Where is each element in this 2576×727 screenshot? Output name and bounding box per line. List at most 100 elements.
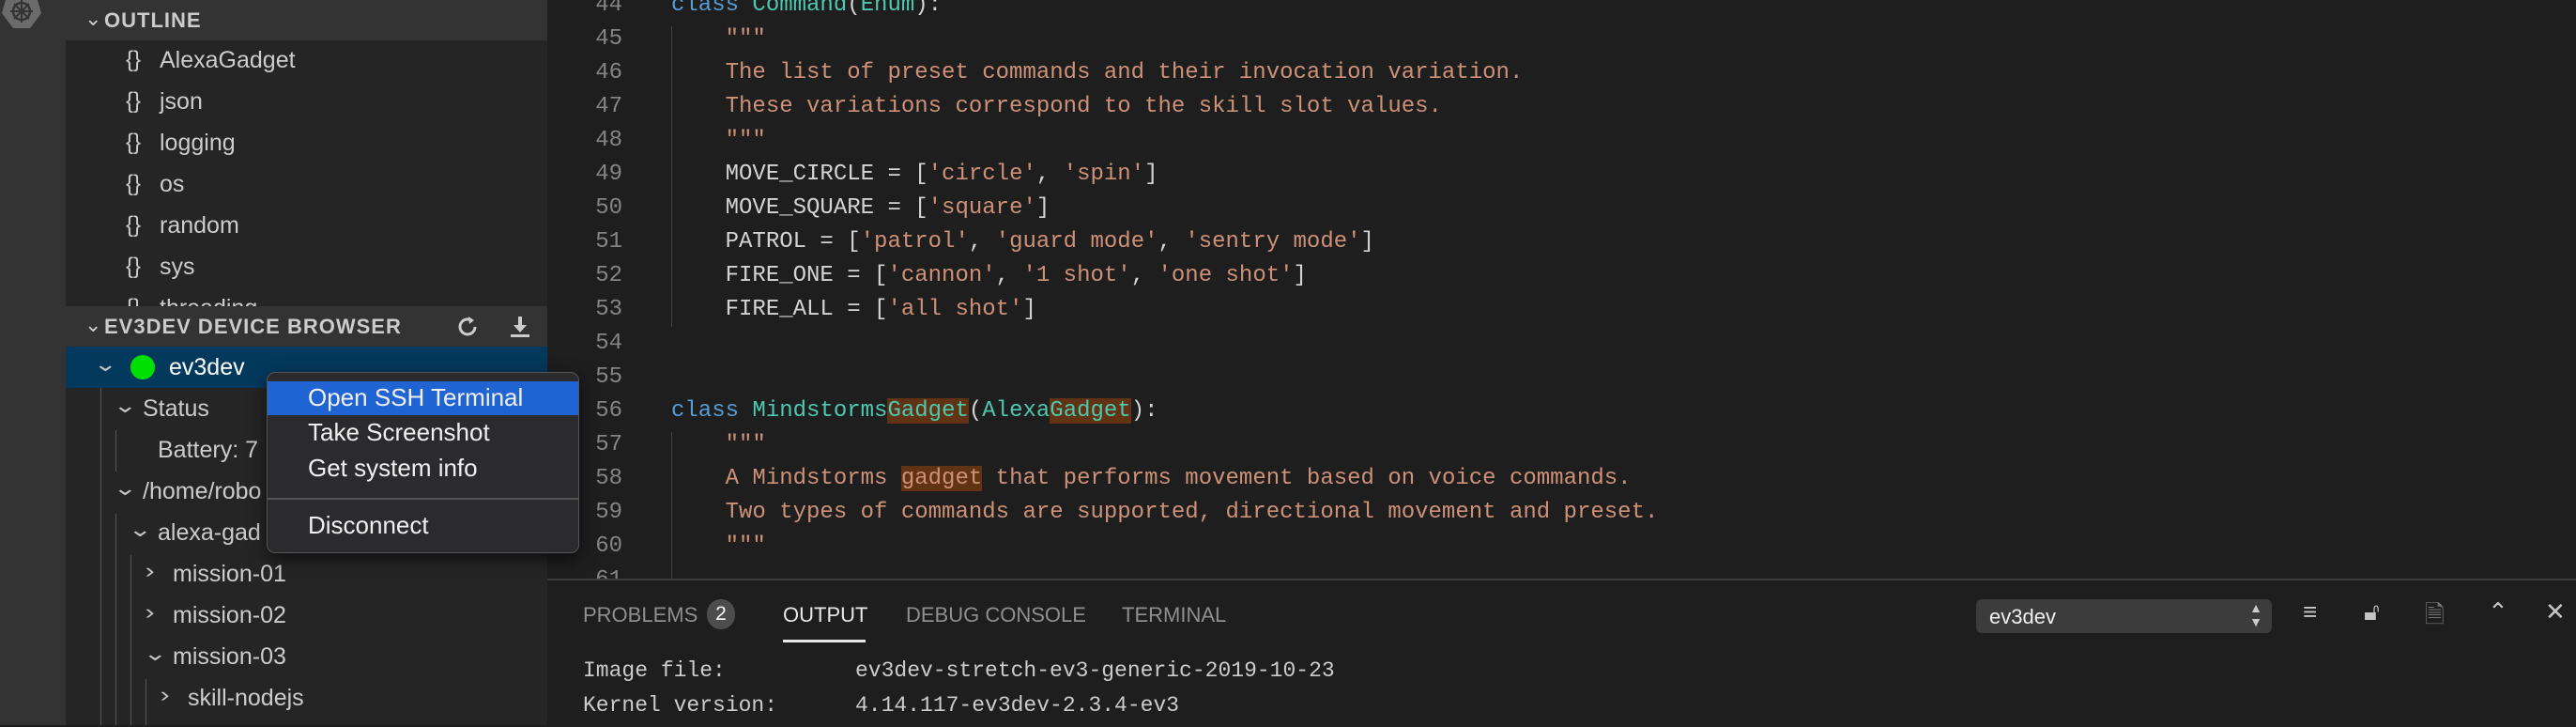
line-number: 53: [595, 297, 622, 322]
line-number: 54: [595, 331, 622, 356]
download-icon[interactable]: [508, 315, 532, 339]
lock-scroll-icon[interactable]: 🔓︎: [2364, 597, 2380, 627]
code-token: class: [671, 0, 753, 18]
select-arrows-icon: ▲ ▼: [2249, 600, 2262, 629]
symbol-braces-icon: {}: [126, 47, 142, 72]
device-browser-title: EV3DEV DEVICE BROWSER: [104, 315, 402, 338]
outline-item-label: random: [160, 212, 239, 239]
outline-item-label: os: [160, 171, 185, 197]
close-panel-icon[interactable]: ✕: [2545, 597, 2566, 626]
code-token: ):: [914, 0, 943, 18]
code-token: (: [847, 0, 861, 18]
code-line[interactable]: MOVE_CIRCLE = ['circle', 'spin']: [671, 162, 1158, 187]
code-line[interactable]: MOVE_SQUARE = ['square']: [671, 195, 1050, 221]
code-token: 'one shot': [1158, 263, 1294, 288]
code-token: 'square': [928, 195, 1036, 221]
tree-item[interactable]: › skill-nodejs: [66, 677, 547, 719]
outline-title: OUTLINE: [104, 8, 202, 32]
code-token: Mindstorms: [752, 398, 888, 424]
menu-separator: [268, 498, 578, 500]
outline-item[interactable]: {} AlexaGadget: [66, 39, 547, 81]
code-line[interactable]: class Command(Enum):: [671, 0, 942, 18]
code-token: ,: [968, 229, 996, 255]
code-line[interactable]: Two types of commands are supported, dir…: [671, 500, 1659, 525]
menu-item-get-system-info[interactable]: Get system info: [268, 452, 578, 486]
tree-item-label: alexa-gad: [158, 519, 261, 546]
code-token: """: [671, 432, 766, 457]
outline-header[interactable]: ⌄ OUTLINE: [66, 0, 547, 40]
code-line[interactable]: FIRE_ALL = ['all shot']: [671, 297, 1036, 322]
chevron-down-icon: ⌄: [84, 7, 103, 30]
code-line[interactable]: """: [671, 26, 766, 52]
refresh-icon[interactable]: [455, 315, 480, 339]
outline-item-label: AlexaGadget: [160, 47, 296, 73]
tree-item[interactable]: › mission-01: [66, 553, 547, 595]
symbol-braces-icon: {}: [126, 254, 142, 279]
device-label: ev3dev: [169, 354, 245, 380]
code-line[interactable]: """: [671, 432, 766, 457]
code-line[interactable]: These variations correspond to the skill…: [671, 94, 1442, 119]
tree-item-label: mission-02: [173, 602, 286, 628]
tree-item[interactable]: ⌄ mission-03: [66, 636, 547, 677]
bottom-panel: PROBLEMS 2 OUTPUT DEBUG CONSOLE TERMINAL…: [547, 579, 2576, 727]
chevron-right-icon: ›: [145, 600, 155, 624]
code-line[interactable]: A Mindstorms gadget that performs moveme…: [671, 466, 1632, 491]
chevron-down-icon: ⌄: [113, 394, 138, 417]
code-token: ]: [1022, 297, 1036, 322]
symbol-braces-icon: {}: [126, 212, 142, 238]
output-channel-value: ev3dev: [1989, 605, 2056, 628]
problems-count-badge: 2: [707, 599, 735, 629]
tab-terminal[interactable]: TERMINAL: [1122, 603, 1226, 627]
code-token: The list of preset commands and their in…: [671, 60, 1524, 85]
code-token: '1 shot': [1022, 263, 1131, 288]
chevron-right-icon: ›: [160, 683, 170, 706]
output-key: Kernel version:: [583, 693, 778, 718]
tree-item[interactable]: › mission-02: [66, 595, 547, 636]
outline-item[interactable]: {} logging: [66, 122, 547, 163]
helm-wheel-icon[interactable]: [2, 0, 41, 28]
tab-problems[interactable]: PROBLEMS: [583, 603, 698, 627]
maximize-panel-icon[interactable]: ⌃: [2488, 597, 2508, 626]
menu-item-take-screenshot[interactable]: Take Screenshot: [268, 416, 578, 450]
open-log-file-icon[interactable]: 🗎︎: [2425, 597, 2445, 639]
outline-item[interactable]: {} sys: [66, 246, 547, 287]
outline-item[interactable]: {} os: [66, 163, 547, 205]
code-line[interactable]: """: [671, 128, 766, 153]
tree-item-label: mission-03: [173, 643, 286, 670]
code-token: ):: [1130, 398, 1158, 424]
line-number: 52: [595, 263, 622, 288]
line-number: 46: [595, 60, 622, 85]
tab-debug-console[interactable]: DEBUG CONSOLE: [906, 603, 1086, 627]
code-token: Gadget: [887, 398, 969, 424]
code-token: Enum: [860, 0, 915, 18]
code-token: (: [968, 398, 983, 424]
code-line[interactable]: PATROL = ['patrol', 'guard mode', 'sentr…: [671, 229, 1374, 255]
code-token: """: [671, 26, 766, 52]
code-editor[interactable]: 44 class Command(Enum): 45 """ 46 The list …: [547, 0, 2576, 579]
device-browser-header[interactable]: ⌄ EV3DEV DEVICE BROWSER: [66, 306, 547, 347]
code-token: ]: [1035, 195, 1050, 221]
tab-output[interactable]: OUTPUT: [783, 603, 867, 627]
chevron-down-icon: ⌄: [113, 476, 138, 500]
output-key: Image file:: [583, 658, 726, 683]
code-line[interactable]: """: [671, 534, 766, 559]
menu-item-disconnect[interactable]: Disconnect: [268, 509, 578, 543]
code-line[interactable]: class MindstormsGadget(AlexaGadget):: [671, 398, 1158, 424]
symbol-braces-icon: {}: [126, 88, 142, 114]
code-line[interactable]: The list of preset commands and their in…: [671, 60, 1524, 85]
code-line[interactable]: FIRE_ONE = ['cannon', '1 shot', 'one sho…: [671, 263, 1307, 288]
chevron-down-icon: ⌄: [93, 352, 118, 376]
code-token: Alexa: [982, 398, 1050, 424]
menu-item-open-ssh-terminal[interactable]: Open SSH Terminal: [268, 381, 578, 415]
clear-output-icon[interactable]: ≡: [2303, 597, 2317, 626]
output-channel-select[interactable]: ev3dev ▲ ▼: [1976, 599, 2272, 633]
outline-item[interactable]: {} json: [66, 81, 547, 122]
outline-item[interactable]: {} random: [66, 205, 547, 246]
connected-status-icon: [130, 355, 155, 379]
symbol-braces-icon: {}: [126, 171, 142, 196]
code-token: MOVE_SQUARE = [: [671, 195, 928, 221]
line-number: 51: [595, 229, 622, 255]
chevron-down-icon: ⌄: [128, 518, 153, 541]
chevron-right-icon: ›: [145, 559, 155, 582]
symbol-braces-icon: {}: [126, 130, 142, 155]
